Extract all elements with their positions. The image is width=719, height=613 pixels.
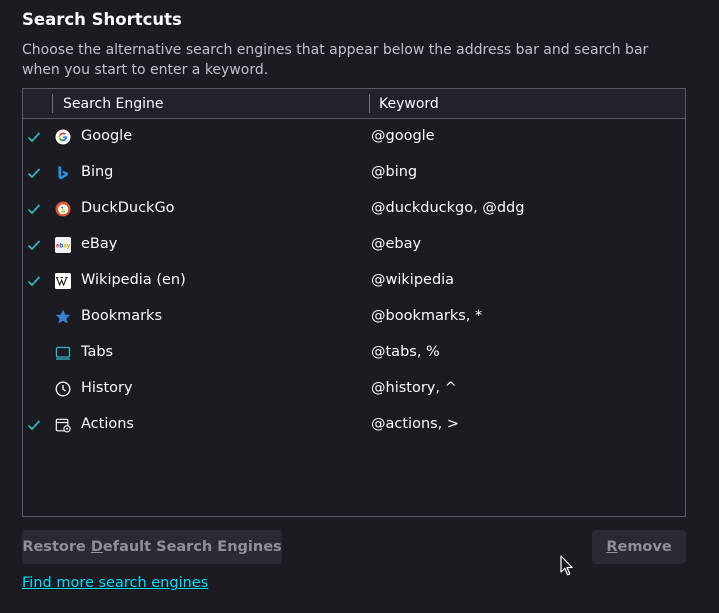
clock-icon [55,381,71,397]
table-row[interactable]: DuckDuckGo @duckduckgo, @ddg [23,191,685,227]
engine-keyword[interactable]: @tabs, % [371,344,440,360]
table-row[interactable]: Tabs @tabs, % [23,335,685,371]
svg-text:ebay: ebay [56,243,71,250]
checkmark-icon[interactable] [27,274,41,288]
engine-name: Actions [81,416,134,432]
engine-name: Bookmarks [81,308,163,324]
wikipedia-icon [55,273,71,289]
table-row[interactable]: History @history, ^ [23,371,685,407]
table-row[interactable]: Wikipedia (en) @wikipedia [23,263,685,299]
button-label: efault Search Engines [102,539,282,555]
checkbox-unchecked[interactable] [27,346,41,360]
engine-name: Wikipedia (en) [81,272,186,288]
search-engines-table[interactable]: Search Engine Keyword Google @google Bin… [22,88,686,517]
access-key: R [606,539,618,555]
star-icon [55,309,71,324]
table-row[interactable]: Google @google [23,119,685,155]
access-key: D [90,539,103,555]
table-row[interactable]: ebay eBay @ebay [23,227,685,263]
column-separator[interactable] [52,94,53,113]
engine-name: DuckDuckGo [81,200,175,216]
table-row[interactable]: Bing @bing [23,155,685,191]
mouse-cursor-icon [560,555,573,576]
engine-name: Bing [81,164,114,180]
checkmark-icon[interactable] [27,238,41,252]
engine-name: History [81,380,133,396]
section-title: Search Shortcuts [22,10,182,29]
checkmark-icon[interactable] [27,166,41,180]
table-row[interactable]: Bookmarks @bookmarks, * [23,299,685,335]
restore-default-search-engines-button[interactable]: Restore Default Search Engines [22,530,282,564]
section-description: Choose the alternative search engines th… [22,42,649,78]
duckduckgo-icon [55,201,71,217]
column-header-search-engine[interactable]: Search Engine [63,96,164,112]
column-header-keyword[interactable]: Keyword [379,96,439,112]
checkmark-icon[interactable] [27,418,41,432]
remove-button[interactable]: Remove [592,530,686,564]
engine-keyword[interactable]: @bookmarks, * [371,308,482,324]
google-icon [55,129,71,145]
engine-keyword[interactable]: @duckduckgo, @ddg [371,200,524,216]
tabs-icon [55,346,71,360]
button-label: Restore [22,539,91,555]
engine-keyword[interactable]: @actions, > [371,416,459,432]
checkmark-icon[interactable] [27,202,41,216]
checkbox-unchecked[interactable] [27,382,41,396]
ebay-icon: ebay [55,237,71,253]
table-row[interactable]: Actions @actions, > [23,407,685,443]
engine-keyword[interactable]: @wikipedia [371,272,454,288]
engine-name: Tabs [81,344,114,360]
actions-icon [55,418,71,433]
engine-name: Google [81,128,133,144]
column-separator[interactable] [369,94,370,113]
button-label: emove [617,539,672,555]
bing-icon [58,166,68,180]
find-more-search-engines-link[interactable]: Find more search engines [22,575,208,591]
table-header: Search Engine Keyword [23,89,685,119]
engine-keyword[interactable]: @ebay [371,236,421,252]
engine-keyword[interactable]: @google [371,128,435,144]
checkmark-icon[interactable] [27,130,41,144]
engine-keyword[interactable]: @bing [371,164,417,180]
engine-keyword[interactable]: @history, ^ [371,380,457,396]
checkbox-unchecked[interactable] [27,310,41,324]
engine-name: eBay [81,236,118,252]
